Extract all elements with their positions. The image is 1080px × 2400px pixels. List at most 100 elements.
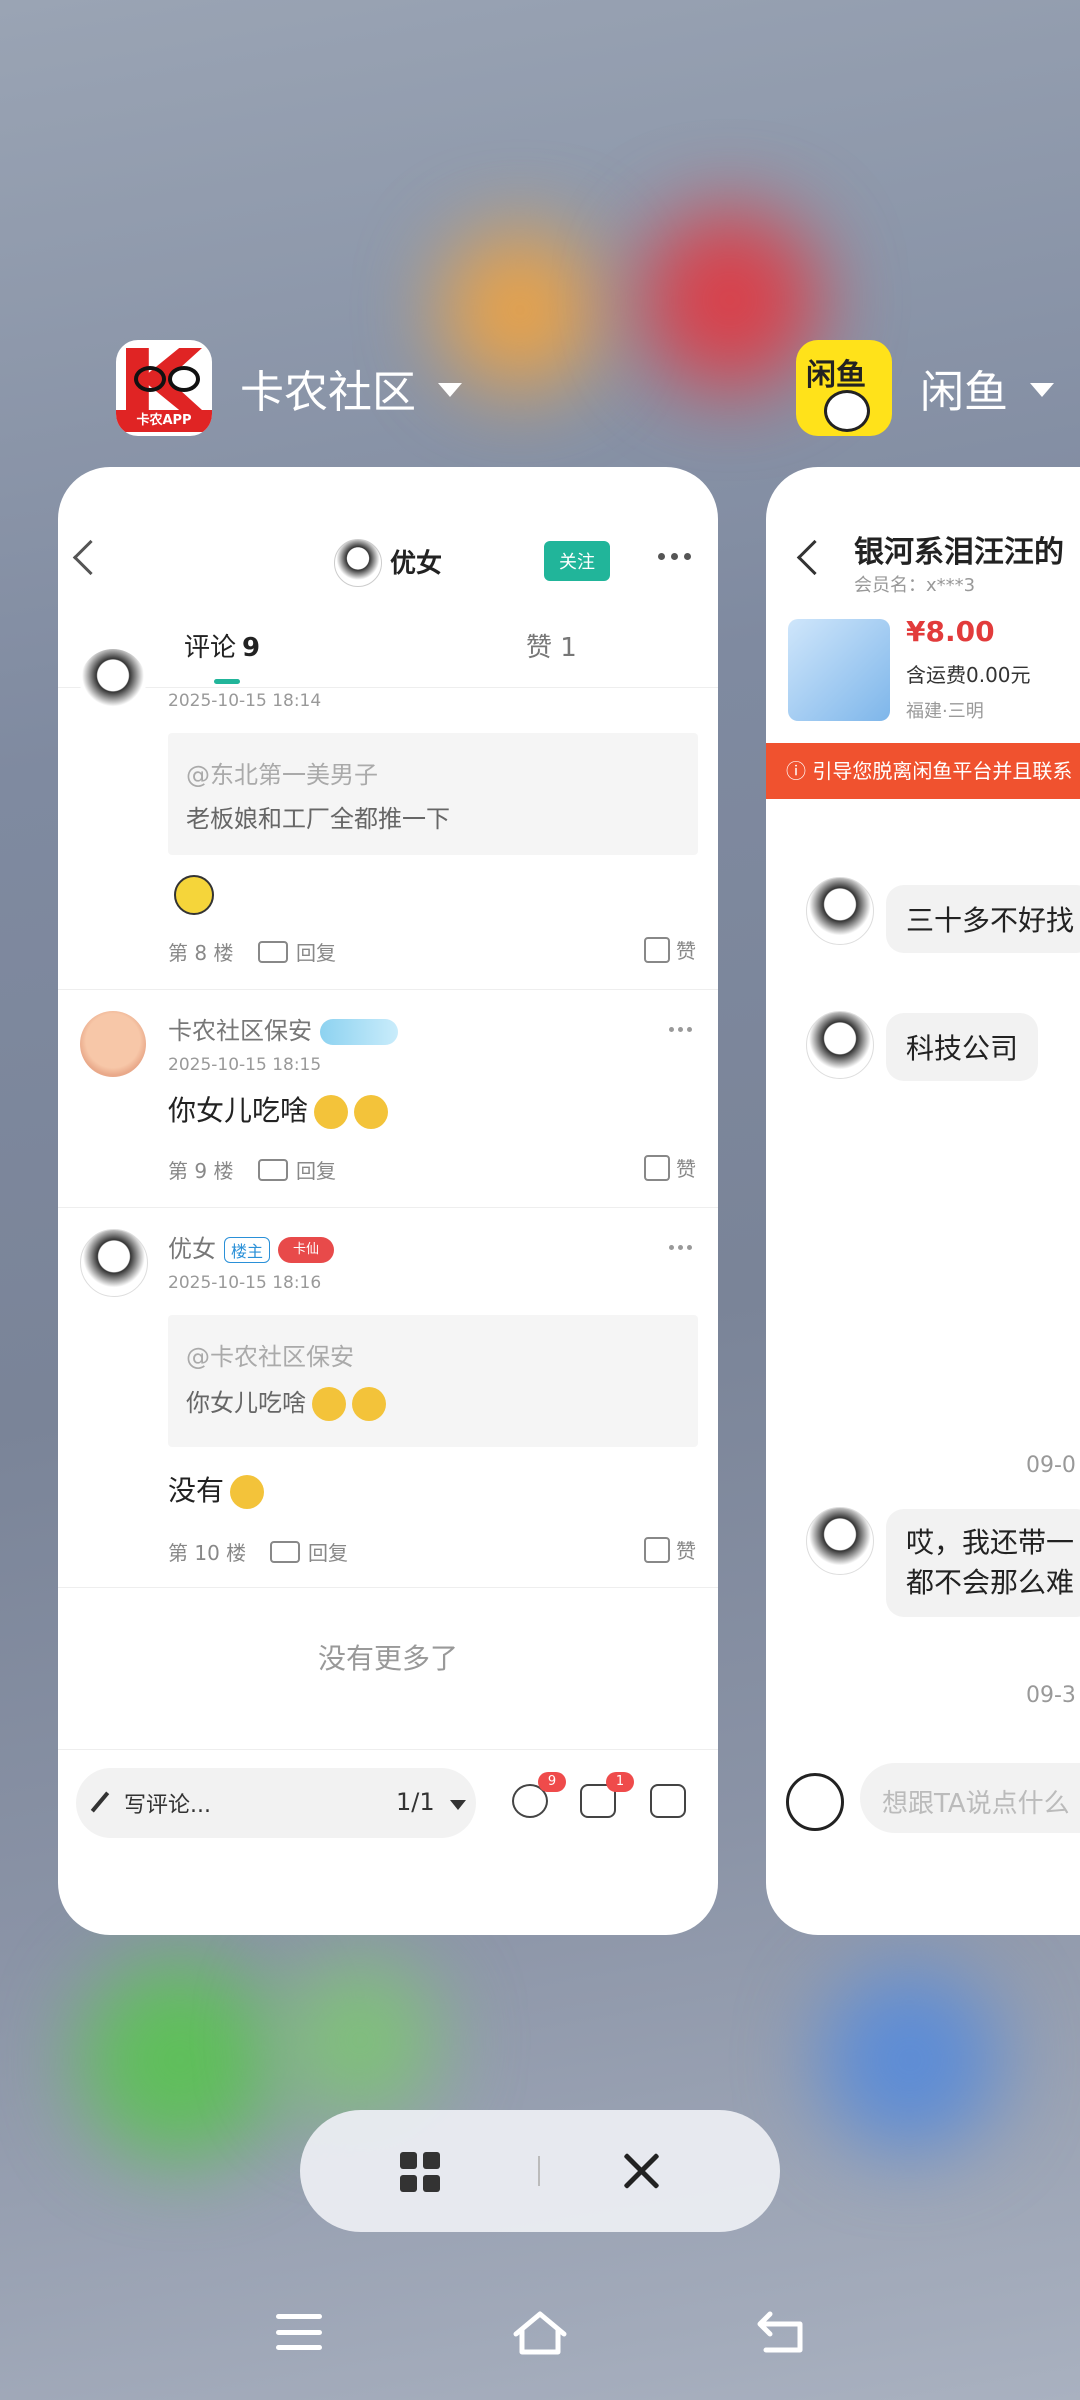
author-name: 优女 — [168, 1235, 216, 1263]
reply-button[interactable]: 回复 — [258, 937, 336, 966]
write-comment-input[interactable]: 写评论... 1/1 — [76, 1768, 476, 1838]
app-header-xianyu[interactable]: 闲鱼 闲鱼 — [796, 340, 1054, 436]
reply-label: 回复 — [296, 1159, 336, 1183]
tab-comments[interactable]: 评论 9 — [184, 627, 260, 664]
chevron-down-icon[interactable] — [438, 383, 462, 397]
chevron-down-icon[interactable] — [450, 1800, 466, 1810]
app-card-kanong[interactable]: 优女 关注 评论 9 赞 1 2025-10-15 18:14 @东北第一美男子 … — [58, 467, 718, 1935]
no-more-text: 没有更多了 — [317, 1642, 458, 1675]
comment-text-content: 没有 — [168, 1474, 225, 1507]
home-icon[interactable] — [510, 2308, 570, 2358]
like-button[interactable]: 赞 — [644, 935, 696, 964]
comment-floor: 第 9 楼 — [168, 1159, 234, 1183]
tab-indicator — [214, 679, 240, 684]
laugh-emoji-icon — [312, 1387, 346, 1421]
chevron-down-icon[interactable] — [1030, 383, 1054, 397]
write-comment-placeholder: 写评论... — [124, 1793, 211, 1818]
shipping-info: 含运费0.00元 — [906, 663, 1031, 687]
quoted-comment: @东北第一美男子 老板娘和工厂全都推一下 — [168, 733, 698, 855]
comment-item: 优女 楼主 卡仙 2025-10-15 18:16 @卡农社区保安 你女儿吃啥 没有… — [58, 1207, 718, 1567]
wallpaper-blob — [280, 1960, 440, 2120]
back-icon[interactable] — [72, 539, 109, 576]
kanong-app-icon: 卡农APP — [116, 340, 212, 436]
reply-label: 回复 — [296, 941, 336, 965]
sticker-emoji-icon — [174, 875, 214, 915]
wallpaper-blob — [640, 210, 820, 390]
comment-author[interactable]: 卡农社区保安 — [168, 1011, 398, 1046]
more-icon[interactable] — [669, 1245, 692, 1250]
laugh-emoji-icon — [314, 1095, 349, 1129]
message-bubble: 哎，我还带一 都不会那么难 — [886, 1509, 1080, 1617]
follow-button[interactable]: 关注 — [544, 541, 610, 581]
top-nav: 优女 关注 — [58, 527, 718, 597]
app-card-xianyu[interactable]: 银河系泪汪汪的 会员名：x***3 ¥8.00 含运费0.00元 福建·三明 ⓘ… — [766, 467, 1080, 1935]
author-name: 卡农社区保安 — [168, 1017, 312, 1045]
avatar[interactable] — [80, 1229, 148, 1297]
wallpaper-blob — [440, 230, 600, 390]
more-icon[interactable] — [658, 553, 691, 560]
warning-banner[interactable]: ⓘ 引导您脱离闲鱼平台并且联系 — [766, 743, 1080, 799]
reply-button[interactable]: 回复 — [270, 1537, 348, 1566]
more-icon[interactable] — [669, 1027, 692, 1032]
quote-user[interactable]: @卡农社区保安 — [186, 1337, 354, 1372]
reply-icon — [258, 1158, 288, 1181]
level-badge — [320, 1019, 398, 1045]
thumbs-up-icon — [644, 1536, 670, 1563]
app-header-kanong[interactable]: 卡农APP 卡农社区 — [116, 340, 462, 436]
app-name-kanong: 卡农社区 — [240, 367, 416, 418]
recents-control — [300, 2110, 780, 2232]
comment-text-content: 你女儿吃啥 — [168, 1094, 309, 1127]
comment-time: 2025-10-15 18:16 — [168, 1273, 322, 1293]
product-thumbnail[interactable] — [788, 619, 890, 721]
reply-icon — [270, 1540, 300, 1563]
xianyu-icon-text: 闲鱼 — [806, 358, 866, 393]
comment-text: 没有 — [168, 1469, 265, 1509]
avatar[interactable] — [806, 877, 874, 945]
page-indicator[interactable]: 1/1 — [396, 1788, 435, 1816]
level-badge: 卡仙 — [278, 1237, 335, 1263]
poster-name[interactable]: 优女 — [390, 543, 442, 580]
comment-item: 2025-10-15 18:14 @东北第一美男子 老板娘和工厂全都推一下 第 … — [58, 649, 718, 965]
quote-user[interactable]: @东北第一美男子 — [186, 755, 378, 790]
message-input[interactable]: 想跟TA说点什么 — [860, 1763, 1080, 1833]
like-label: 赞 — [676, 1539, 696, 1563]
xianyu-app-icon: 闲鱼 — [796, 340, 892, 436]
avatar[interactable] — [806, 1507, 874, 1575]
divider — [538, 2156, 540, 2186]
like-button[interactable]: 赞 — [644, 1153, 696, 1182]
reply-label: 回复 — [308, 1541, 348, 1565]
split-screen-icon[interactable] — [400, 2152, 440, 2192]
avatar[interactable] — [806, 1011, 874, 1079]
comment-time: 2025-10-15 18:15 — [168, 1055, 322, 1075]
microphone-icon[interactable] — [786, 1773, 844, 1831]
quoted-comment: @卡农社区保安 你女儿吃啥 — [168, 1315, 698, 1447]
blush-emoji-icon — [230, 1475, 265, 1509]
avatar[interactable] — [334, 539, 382, 587]
message-date: 09-0 — [1026, 1453, 1076, 1478]
tab-comments-label: 评论 — [184, 633, 237, 663]
close-icon[interactable] — [620, 2150, 662, 2192]
app-name-xianyu: 闲鱼 — [920, 367, 1008, 418]
like-count-badge: 1 — [606, 1772, 634, 1792]
back-icon[interactable] — [756, 2310, 806, 2354]
comment-count-badge: 9 — [538, 1772, 566, 1792]
thumbs-up-icon — [644, 936, 670, 963]
avatar[interactable] — [80, 649, 146, 715]
share-icon[interactable] — [650, 1784, 686, 1818]
menu-icon[interactable] — [276, 2314, 322, 2350]
back-icon[interactable] — [796, 539, 833, 576]
tab-comments-count: 9 — [242, 633, 261, 663]
reply-button[interactable]: 回复 — [258, 1155, 336, 1184]
comment-floor: 第 10 楼 — [168, 1541, 247, 1565]
owner-badge: 楼主 — [224, 1237, 271, 1263]
message-bubble: 三十多不好找 — [886, 885, 1080, 953]
tab-likes[interactable]: 赞 1 — [526, 627, 577, 664]
comment-author[interactable]: 优女 楼主 卡仙 — [168, 1229, 335, 1264]
avatar[interactable] — [80, 1011, 146, 1077]
product-price: ¥8.00 — [906, 615, 995, 648]
chat-title: 银河系泪汪汪的 — [854, 535, 1064, 570]
member-name: 会员名：x***3 — [854, 575, 976, 596]
message-input-placeholder: 想跟TA说点什么 — [882, 1789, 1070, 1819]
like-button[interactable]: 赞 — [644, 1535, 696, 1564]
comment-time: 2025-10-15 18:14 — [168, 691, 322, 711]
